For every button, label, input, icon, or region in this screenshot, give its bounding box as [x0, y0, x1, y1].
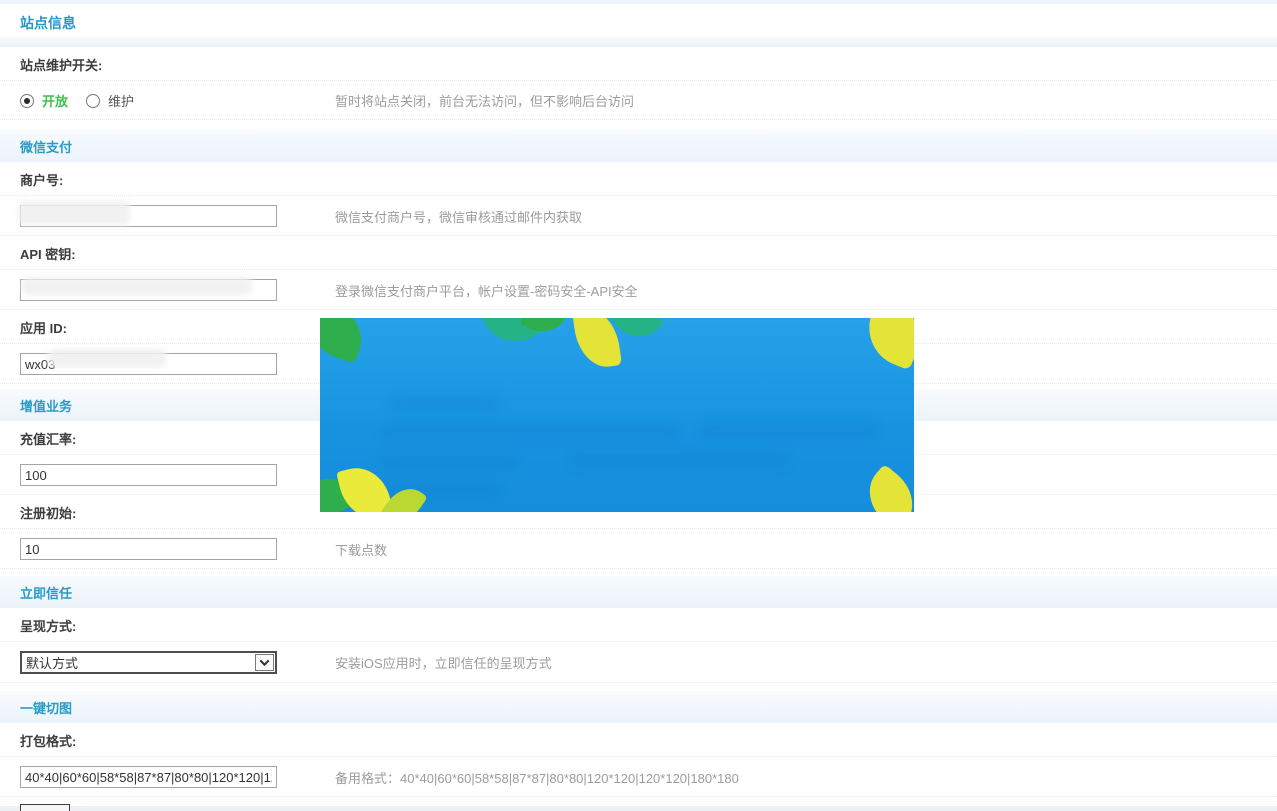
api-key-label: API 密钥: — [0, 236, 1277, 270]
presentation-hint: 安装iOS应用时，立即信任的呈现方式 — [335, 653, 552, 672]
page-title: 站点信息 — [0, 4, 1277, 28]
radio-button-open-icon[interactable] — [20, 94, 34, 108]
radio-button-maintain-icon[interactable] — [86, 94, 100, 108]
leaf-decoration — [572, 318, 622, 371]
package-format-label: 打包格式: — [0, 723, 1277, 757]
package-format-row: 备用格式：40*40|60*60|58*58|87*87|80*80|120*1… — [0, 757, 1277, 797]
radio-maintain-label[interactable]: 维护 — [108, 91, 134, 110]
one-click-cut-title: 一键切图 — [20, 698, 72, 717]
select-dropdown-arrow-icon[interactable] — [255, 654, 274, 671]
section-header-trust: 立即信任 — [0, 576, 1277, 608]
settings-page: 站点信息 站点维护开关: 开放 维护 暂时将站点关闭，前台无法访问，但不影响后台… — [0, 0, 1277, 811]
radio-option-open[interactable]: 开放 — [20, 91, 68, 110]
censored-merchant-id — [18, 201, 130, 225]
register-initial-hint: 下载点数 — [335, 540, 387, 559]
section-header-wechat-pay: 微信支付 — [0, 130, 1277, 162]
leaf-decoration — [857, 318, 914, 370]
presentation-select[interactable]: 默认方式 — [20, 651, 277, 674]
leaf-decoration — [320, 318, 370, 364]
section-separator-band — [0, 36, 1277, 47]
value-added-title: 增值业务 — [20, 396, 72, 415]
bottom-page-strip — [0, 806, 1277, 811]
maintenance-switch-label: 站点维护开关: — [0, 47, 1277, 81]
maintenance-switch-row: 开放 维护 暂时将站点关闭，前台无法访问，但不影响后台访问 — [0, 81, 1277, 120]
presentation-selected-value: 默认方式 — [26, 653, 78, 672]
wechat-pay-title: 微信支付 — [20, 137, 72, 156]
maintenance-hint: 暂时将站点关闭，前台无法访问，但不影响后台访问 — [335, 91, 634, 110]
leaf-decoration — [856, 464, 914, 512]
package-format-input[interactable] — [20, 766, 277, 788]
presentation-row: 默认方式 安装iOS应用时，立即信任的呈现方式 — [0, 642, 1277, 683]
censored-app-id — [48, 349, 166, 367]
censored-api-key — [22, 277, 252, 295]
promo-banner-image — [320, 318, 914, 512]
merchant-id-row: 微信支付商户号，微信审核通过邮件内获取 — [0, 196, 1277, 236]
radio-option-maintain[interactable]: 维护 — [86, 91, 134, 110]
radio-open-label[interactable]: 开放 — [42, 91, 68, 110]
trust-title: 立即信任 — [20, 583, 72, 602]
register-initial-row: 下载点数 — [0, 529, 1277, 569]
api-key-hint: 登录微信支付商户平台，帐户设置-密码安全-API安全 — [335, 281, 638, 300]
presentation-label: 呈现方式: — [0, 608, 1277, 642]
maintenance-radio-group: 开放 维护 — [20, 92, 335, 110]
package-format-hint: 备用格式：40*40|60*60|58*58|87*87|80*80|120*1… — [335, 768, 739, 787]
submit-button[interactable] — [20, 804, 70, 811]
merchant-id-label: 商户号: — [0, 162, 1277, 196]
register-initial-input[interactable] — [20, 538, 277, 560]
section-header-one-click-cut: 一键切图 — [0, 691, 1277, 723]
recharge-rate-input[interactable] — [20, 464, 277, 486]
merchant-id-hint: 微信支付商户号，微信审核通过邮件内获取 — [335, 207, 582, 226]
